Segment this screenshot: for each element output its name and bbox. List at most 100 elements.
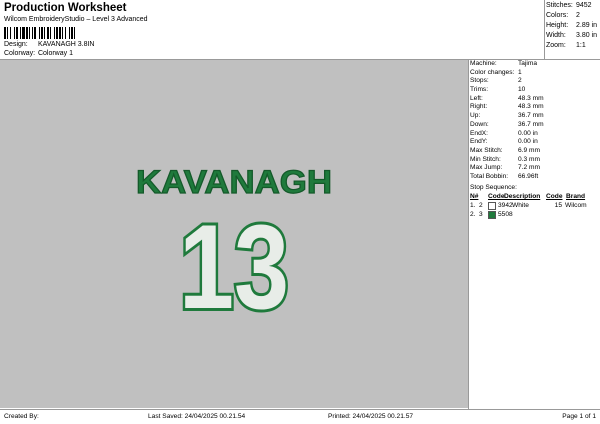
colorway-label: Colorway:: [4, 50, 36, 57]
spec-label: EndY:: [470, 138, 488, 146]
stat-row: Width: 3.80 in: [546, 31, 600, 41]
specs-divider: [468, 59, 469, 409]
spec-row: Min Stitch: 0.3 mm: [470, 156, 600, 165]
spec-label: Machine:: [470, 60, 497, 67]
spec-label: EndX:: [470, 129, 488, 137]
spec-row: EndY: 0.00 in: [470, 138, 600, 147]
worksheet-title: Production Worksheet: [4, 2, 127, 14]
barcode-bar: [7, 27, 8, 39]
thread-code2: 15: [554, 202, 562, 209]
barcode-bar: [62, 27, 63, 39]
col-stop: N#: [470, 193, 479, 200]
barcode-bar: [44, 27, 45, 39]
design-number: 13: [179, 200, 289, 334]
spec-row: Machine: Tajima: [470, 60, 600, 69]
spec-label: Total Bobbin:: [470, 172, 509, 180]
barcode-bar: [65, 27, 66, 39]
barcode-bar: [20, 27, 21, 39]
colorway-value: Colorway 1: [37, 50, 73, 57]
spec-label: Min Stitch:: [470, 155, 501, 163]
spec-row: EndX: 0.00 in: [470, 130, 600, 139]
stop-sequence-header: N# Code Description Code Brand: [470, 192, 600, 201]
thread-code: 5508: [498, 211, 513, 218]
col-code: Code: [488, 193, 505, 200]
spec-row: Stops: 2: [470, 77, 600, 86]
spec-row: Total Bobbin: 66.96ft: [470, 173, 600, 182]
stat-label: Colors:: [546, 12, 569, 19]
barcode-bar: [50, 27, 51, 39]
spec-value: 7.2 mm: [518, 164, 540, 172]
stat-label: Width:: [546, 32, 566, 39]
design-name-outline: KAVANAGH: [136, 164, 332, 200]
colorway-row: Colorway: Colorway 1: [4, 50, 73, 57]
stat-value: 9452: [576, 2, 592, 9]
barcode-bar: [41, 27, 43, 39]
stat-row: Colors: 2: [546, 11, 600, 21]
spec-row: Color changes: 1: [470, 69, 600, 78]
spec-label: Max Jump:: [470, 164, 503, 172]
stat-value: 3.80 in: [576, 32, 598, 39]
spec-row: Max Jump: 7.2 mm: [470, 164, 600, 173]
spec-row: Left: 48.3 mm: [470, 95, 600, 104]
spec-row: Down: 36.7 mm: [470, 121, 600, 130]
barcode-bar: [16, 27, 18, 39]
barcode-bar: [29, 27, 30, 39]
stat-value: 2.89 in: [576, 22, 598, 29]
created-by: Created By:: [4, 413, 39, 420]
stop-num: 3: [479, 211, 483, 218]
spec-row: Up: 36.7 mm: [470, 112, 600, 121]
footer: Created By: Last Saved: 24/04/2025 00.21…: [0, 410, 600, 424]
spec-row: Max Stitch: 6.9 mm: [470, 147, 600, 156]
thread-description: White: [512, 202, 529, 209]
color-swatch: [488, 210, 496, 219]
spec-row: Trims: 10: [470, 86, 600, 95]
stat-label: Zoom:: [546, 42, 566, 49]
design-value: KAVANAGH 3.8IN: [37, 41, 95, 48]
stats-panel: Stitches: 9452 Colors: 2 Height: 2.89 in Wi…: [546, 1, 600, 51]
stat-value: 2: [576, 12, 580, 19]
color-swatch: [488, 201, 496, 210]
stat-row: Height: 2.89 in: [546, 21, 600, 31]
stat-label: Height:: [546, 22, 569, 29]
spec-label: Trims:: [470, 86, 489, 94]
barcode-bar: [71, 27, 73, 39]
barcode-bar: [74, 27, 75, 39]
thread-code: 3942: [498, 202, 513, 209]
page-number: Page 1 of 1: [562, 413, 596, 420]
stat-row: Stitches: 9452: [546, 1, 600, 11]
stat-value: 1:1: [576, 42, 586, 49]
design-row: Design: KAVANAGH 3.8IN: [4, 41, 95, 48]
spec-value: 2: [518, 77, 522, 85]
barcode-bar: [34, 27, 36, 39]
spec-value: Tajima: [518, 60, 538, 67]
barcode-bar: [56, 27, 58, 39]
design-label: Design:: [4, 41, 28, 48]
spec-label: Color changes:: [470, 68, 515, 76]
barcode-bar: [39, 27, 40, 39]
col-brand: Brand: [566, 193, 586, 200]
barcode-bar: [26, 27, 28, 39]
spec-value: 0.00 in: [518, 138, 538, 146]
spec-value: 0.3 mm: [518, 155, 540, 163]
spec-value: 48.3 mm: [518, 103, 544, 111]
thread-brand: Wilcom: [565, 202, 587, 209]
barcode-bar: [47, 27, 49, 39]
spec-value: 36.7 mm: [518, 112, 544, 120]
stop-index: 1.: [470, 202, 476, 209]
barcode-bar: [14, 27, 15, 39]
stats-divider: [544, 0, 545, 59]
printed: Printed: 24/04/2025 00.21.57: [328, 413, 414, 420]
barcode-bar: [10, 27, 11, 39]
barcode-bar: [22, 27, 25, 39]
spec-value: 36.7 mm: [518, 120, 544, 128]
barcode-bar: [69, 27, 70, 39]
stop-sequence-rows: 1. 2 3942 White 15 Wilcom 2. 3 5508: [470, 201, 600, 219]
barcode-bar: [4, 27, 6, 39]
spec-label: Max Stitch:: [470, 146, 503, 154]
col-code2: Code: [546, 193, 563, 200]
stat-label: Stitches:: [546, 2, 573, 9]
spec-label: Right:: [470, 103, 488, 111]
spec-value: 6.9 mm: [518, 146, 540, 154]
stop-sequence-title: Stop Sequence:: [470, 184, 517, 191]
stop-index: 2.: [470, 211, 476, 218]
